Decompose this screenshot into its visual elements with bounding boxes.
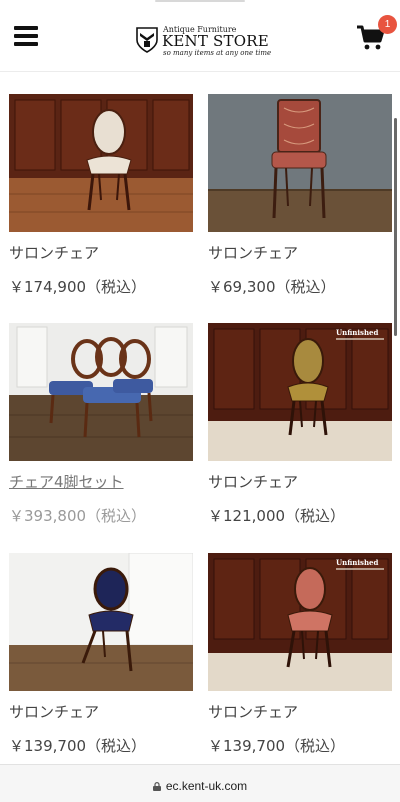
unfinished-label: Unfinished [336,558,379,567]
logo-tagline: so many items at any one time [163,49,272,57]
url-text: ec.kent-uk.com [165,779,248,793]
cart-count-badge: 1 [378,15,397,34]
browser-address-bar[interactable]: ec.kent-uk.com [0,764,400,802]
store-logo[interactable]: Antique Furniture KENT STORE so many ite… [135,24,272,58]
product-photo[interactable]: Unfinished [208,553,392,691]
product-name[interactable]: サロンチェア [208,701,298,722]
product-photo[interactable]: Unfinished [208,323,392,461]
product-price: ￥139,700（税込） [9,737,147,755]
product-photo[interactable] [9,553,193,691]
product-name[interactable]: サロンチェア [208,471,298,492]
status-notch [155,0,245,2]
unfinished-label: Unfinished [336,328,379,337]
product-price: ￥174,900（税込） [9,278,147,296]
product-photo[interactable] [9,94,193,232]
url-display[interactable]: ec.kent-uk.com [0,779,400,793]
lock-icon [152,782,161,791]
crest-icon [136,27,158,53]
product-name[interactable]: サロンチェア [208,242,298,263]
site-header: Antique Furniture KENT STORE so many ite… [0,0,400,72]
product-photo[interactable] [208,94,392,232]
product-name[interactable]: サロンチェア [9,701,99,722]
logo-title: KENT STORE [162,32,269,50]
scrollbar[interactable] [394,118,397,336]
product-name-link[interactable]: チェア4脚セット [9,471,124,492]
product-price: ￥393,800（税込） [9,507,147,525]
product-name[interactable]: サロンチェア [9,242,99,263]
product-price: ￥69,300（税込） [208,278,336,296]
product-price: ￥121,000（税込） [208,507,346,525]
product-photo[interactable] [9,323,193,461]
product-price: ￥139,700（税込） [208,737,346,755]
hamburger-menu-icon[interactable] [14,26,40,48]
